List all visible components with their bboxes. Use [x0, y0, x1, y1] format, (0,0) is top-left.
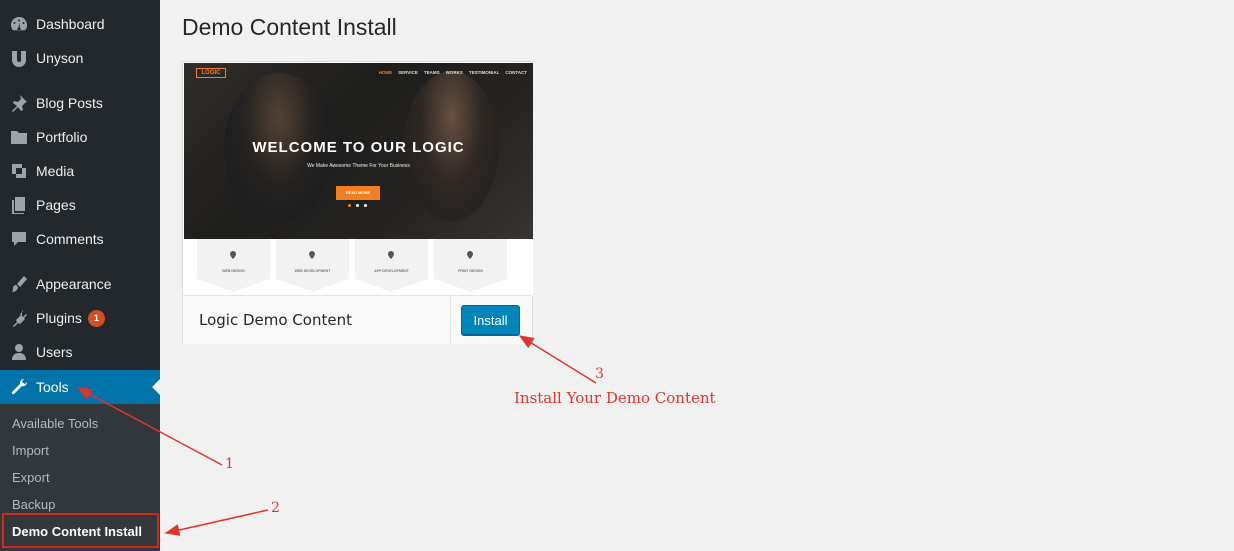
- brush-icon: [0, 274, 36, 294]
- menu-item-comments[interactable]: Comments: [0, 222, 160, 256]
- plug-icon: [0, 308, 36, 328]
- menu-label: Blog Posts: [36, 95, 103, 111]
- location-pin-icon: [230, 251, 236, 259]
- wrench-icon: [0, 377, 36, 397]
- menu-label: Media: [36, 163, 75, 179]
- menu-label: Unyson: [36, 50, 84, 66]
- menu-item-media[interactable]: Media: [0, 154, 160, 188]
- preview-nav-item: WORKS: [445, 70, 463, 75]
- unyson-icon: [0, 48, 36, 68]
- menu-label: Portfolio: [36, 129, 88, 145]
- media-icon: [0, 161, 36, 181]
- submenu-item-import[interactable]: Import: [12, 443, 49, 458]
- submenu-item-export[interactable]: Export: [12, 470, 50, 485]
- annotation-step-2: 2: [271, 500, 280, 516]
- preview-hero: LOGIC HOME SERVICE TEAMS WORKS TESTIMONI…: [184, 63, 533, 239]
- menu-label: Dashboard: [36, 16, 105, 32]
- demo-card-footer: Logic Demo Content Install: [183, 295, 532, 344]
- annotation-step-3: 3: [595, 366, 604, 382]
- menu-item-tools[interactable]: Tools: [0, 370, 160, 404]
- preview-read-more-button: READ MORE: [336, 186, 380, 200]
- divider: [450, 296, 451, 344]
- annotation-step-1: 1: [225, 456, 234, 472]
- install-button[interactable]: Install: [461, 305, 520, 335]
- annotation-step-3-caption: Install Your Demo Content: [514, 389, 716, 407]
- demo-card: LOGIC HOME SERVICE TEAMS WORKS TESTIMONI…: [182, 61, 533, 344]
- menu-item-portfolio[interactable]: Portfolio: [0, 120, 160, 154]
- menu-label: Appearance: [36, 276, 112, 292]
- preview-nav-item: TESTIMONIAL: [468, 70, 500, 75]
- dashboard-icon: [0, 14, 36, 34]
- page-title: Demo Content Install: [182, 14, 397, 40]
- preview-hero-subtitle: We Make Awesome Theme For Your Business: [307, 163, 410, 169]
- preview-service-label: WEB DESIGN: [222, 269, 245, 273]
- preview-hero-title: WELCOME TO OUR LOGIC: [252, 139, 465, 156]
- menu-item-unyson[interactable]: Unyson: [0, 41, 160, 75]
- menu-item-plugins[interactable]: Plugins 1: [0, 301, 160, 335]
- menu-label: Plugins: [36, 310, 82, 326]
- menu-item-blog-posts[interactable]: Blog Posts: [0, 86, 160, 120]
- preview-nav-item: CONTACT: [505, 70, 527, 75]
- preview-service-box: WEB DESIGN: [197, 239, 270, 292]
- comment-icon: [0, 229, 36, 249]
- pages-icon: [0, 195, 36, 215]
- preview-nav: HOME SERVICE TEAMS WORKS TESTIMONIAL CON…: [379, 70, 527, 75]
- menu-item-pages[interactable]: Pages: [0, 188, 160, 222]
- submenu-item-backup[interactable]: Backup: [12, 497, 55, 512]
- menu-label: Comments: [36, 231, 104, 247]
- update-count-badge: 1: [87, 309, 105, 327]
- preview-service-label: PRINT DESIGN: [458, 269, 483, 273]
- submenu-item-available-tools[interactable]: Available Tools: [12, 416, 98, 431]
- preview-service-label: WEB DEVELOPMENT: [294, 269, 331, 273]
- folder-icon: [0, 127, 36, 147]
- preview-service-label: APP DEVELOPMENT: [374, 269, 409, 273]
- menu-item-users[interactable]: Users: [0, 335, 160, 369]
- preview-service-box: PRINT DESIGN: [434, 239, 507, 292]
- preview-nav-item: HOME: [378, 70, 393, 75]
- location-pin-icon: [309, 251, 315, 259]
- menu-label: Tools: [36, 379, 69, 395]
- menu-item-appearance[interactable]: Appearance: [0, 267, 160, 301]
- preview-nav-item: SERVICE: [398, 70, 418, 75]
- menu-item-dashboard[interactable]: Dashboard: [0, 7, 160, 41]
- preview-slider-dots: [348, 204, 367, 207]
- admin-sidebar: Dashboard Unyson Blog Posts Portfolio Me…: [0, 0, 160, 551]
- demo-name: Logic Demo Content: [199, 311, 352, 329]
- menu-label: Users: [36, 344, 73, 360]
- location-pin-icon: [467, 251, 473, 259]
- pin-icon: [0, 93, 36, 113]
- preview-service-box: WEB DEVELOPMENT: [276, 239, 349, 292]
- menu-label: Pages: [36, 197, 76, 213]
- preview-service-box: APP DEVELOPMENT: [355, 239, 428, 292]
- annotation-highlight-box: [2, 513, 159, 548]
- location-pin-icon: [388, 251, 394, 259]
- preview-logo: LOGIC: [196, 68, 226, 78]
- demo-thumbnail: LOGIC HOME SERVICE TEAMS WORKS TESTIMONI…: [184, 63, 533, 296]
- preview-nav-item: TEAMS: [423, 70, 440, 75]
- user-icon: [0, 342, 36, 362]
- annotation-arrow-2: [164, 509, 269, 536]
